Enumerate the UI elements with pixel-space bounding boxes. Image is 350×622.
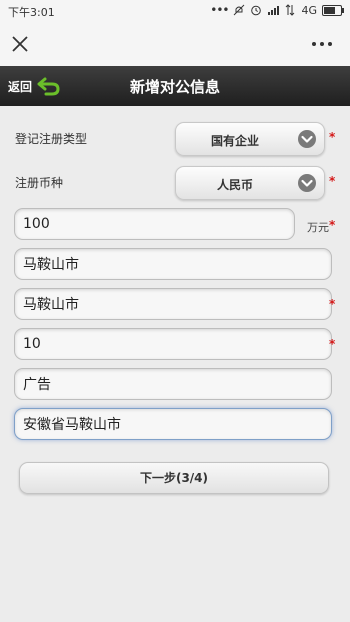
network-label: 4G <box>301 3 317 17</box>
status-time: 下午3:01 <box>8 6 55 19</box>
alarm-icon <box>251 5 262 16</box>
industry-input[interactable] <box>14 368 332 400</box>
chevron-down-icon <box>298 130 316 148</box>
dots-icon: ••• <box>210 3 229 17</box>
currency-value: 人民币 <box>216 178 253 192</box>
back-arrow-icon <box>37 77 60 96</box>
currency-label: 注册币种 <box>15 176 64 190</box>
required-mark: * <box>329 297 336 311</box>
required-mark: * <box>329 130 336 144</box>
back-button[interactable]: 返回 <box>8 72 62 100</box>
number-input[interactable] <box>14 328 332 360</box>
back-label: 返回 <box>8 79 33 94</box>
register-type-select[interactable]: 国有企业 <box>175 122 325 156</box>
required-mark: * <box>329 218 336 232</box>
status-bar: 下午3:01 ••• 4G <box>0 0 350 22</box>
city-input-2[interactable] <box>14 288 332 320</box>
currency-select[interactable]: 人民币 <box>175 166 325 200</box>
close-icon[interactable] <box>10 34 30 54</box>
city-input[interactable] <box>14 248 332 280</box>
register-type-label: 登记注册类型 <box>15 132 88 146</box>
app-header: 返回 新增对公信息 <box>0 66 350 106</box>
mute-icon <box>234 4 245 16</box>
address-input[interactable] <box>14 408 332 440</box>
data-icon <box>286 4 295 16</box>
status-icons: ••• 4G <box>210 3 344 17</box>
required-mark: * <box>329 337 336 351</box>
required-mark: * <box>329 174 336 188</box>
more-dots-icon[interactable] <box>310 34 334 54</box>
next-step-button[interactable]: 下一步(3/4) <box>19 462 329 494</box>
register-type-value: 国有企业 <box>210 134 259 148</box>
battery-icon <box>322 4 344 16</box>
signal-icon <box>268 6 280 15</box>
browser-bar <box>0 22 350 66</box>
amount-unit: 万元 <box>307 221 329 234</box>
amount-input[interactable] <box>14 208 295 240</box>
chevron-down-icon <box>298 174 316 192</box>
